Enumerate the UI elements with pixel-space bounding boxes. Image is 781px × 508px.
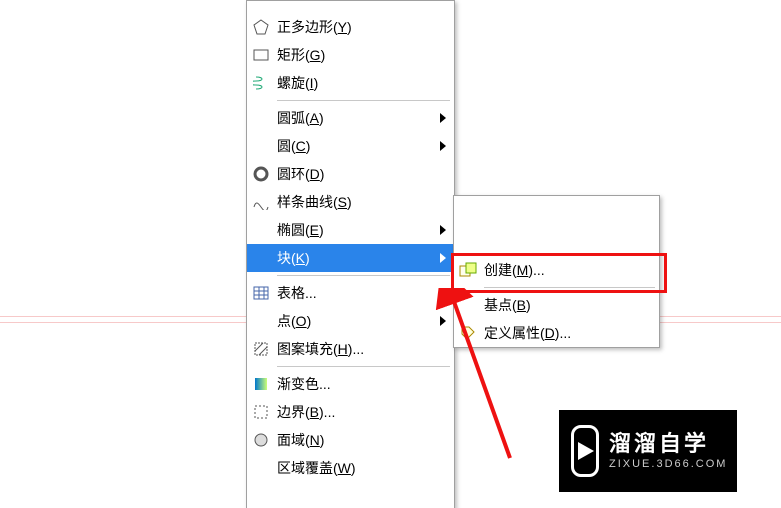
logo-subtitle: ZIXUE.3D66.COM — [609, 459, 727, 470]
submenu-item-basepoint[interactable]: 基点(B) — [454, 291, 659, 319]
boundary-icon — [247, 404, 275, 420]
menu-item-arc[interactable]: 圆弧(A) — [247, 104, 454, 132]
helix-icon — [247, 75, 275, 91]
gradient-icon — [247, 376, 275, 392]
rectangle-icon — [247, 48, 275, 62]
tag-icon — [454, 325, 482, 341]
submenu-arrow-icon — [440, 110, 446, 126]
menu-item-helix[interactable]: 螺旋(I) — [247, 69, 454, 97]
menu-separator — [277, 366, 450, 367]
submenu-arrow-icon — [440, 138, 446, 154]
menu-item-circle[interactable]: 圆(C) — [247, 132, 454, 160]
menu-separator — [277, 100, 450, 101]
menu-item-cut[interactable] — [247, 1, 454, 13]
menu-item-table[interactable]: 表格... — [247, 279, 454, 307]
menu-item-region[interactable]: 面域(N) — [247, 426, 454, 454]
donut-icon — [247, 166, 275, 182]
menu-item-wipeout[interactable]: 区域覆盖(W) — [247, 454, 454, 482]
menu-item-donut[interactable]: 圆环(D) — [247, 160, 454, 188]
submenu-spacer — [454, 196, 659, 256]
highlight-box — [451, 253, 667, 293]
submenu-arrow-icon — [440, 313, 446, 329]
menu-item-rectangle[interactable]: 矩形(G) — [247, 41, 454, 69]
spline-icon — [247, 194, 275, 210]
logo-title: 溜溜自学 — [609, 433, 727, 455]
menu-item-hatch[interactable]: 图案填充(H)... — [247, 335, 454, 363]
draw-menu: 正多边形(Y) 矩形(G) 螺旋(I) 圆弧(A) 圆(C) 圆环(D) — [246, 0, 455, 508]
region-icon — [247, 432, 275, 448]
submenu-item-define-attr[interactable]: 定义属性(D)... — [454, 319, 659, 347]
watermark-logo: 溜溜自学 ZIXUE.3D66.COM — [559, 410, 737, 492]
polygon-icon — [247, 19, 275, 35]
menu-item-ellipse[interactable]: 椭圆(E) — [247, 216, 454, 244]
menu-item-boundary[interactable]: 边界(B)... — [247, 398, 454, 426]
hatch-icon — [247, 341, 275, 357]
menu-item-polygon[interactable]: 正多边形(Y) — [247, 13, 454, 41]
menu-item-block[interactable]: 块(K) — [247, 244, 454, 272]
table-icon — [247, 286, 275, 300]
menu-item-point[interactable]: 点(O) — [247, 307, 454, 335]
submenu-arrow-icon — [440, 250, 446, 266]
menu-item-spline[interactable]: 样条曲线(S) — [247, 188, 454, 216]
menu-separator — [277, 275, 450, 276]
play-icon — [571, 425, 599, 477]
submenu-arrow-icon — [440, 222, 446, 238]
menu-item-gradient[interactable]: 渐变色... — [247, 370, 454, 398]
